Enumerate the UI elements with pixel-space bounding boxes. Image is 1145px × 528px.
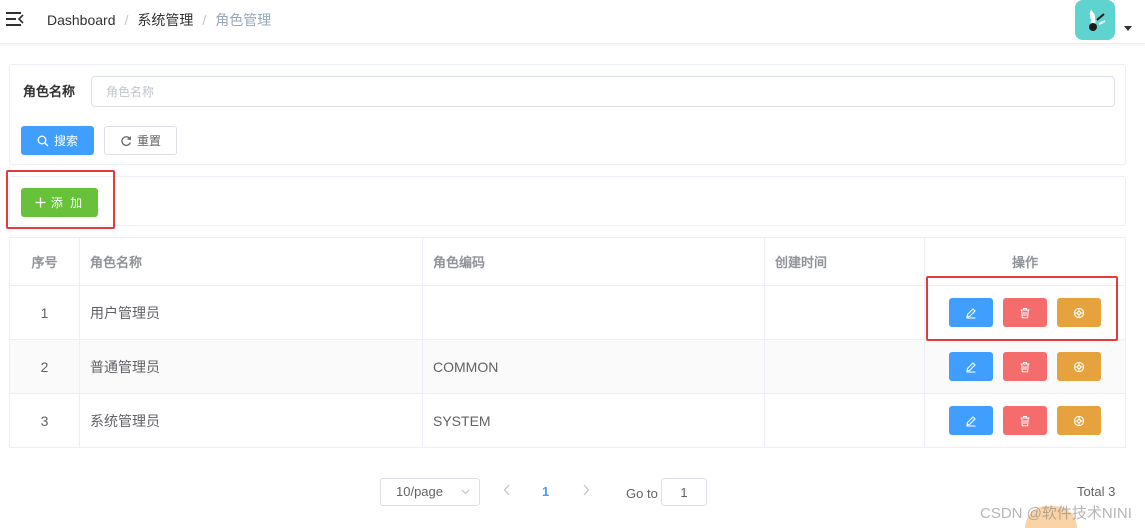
add-button-label: 添 加 xyxy=(50,196,85,210)
cell-index: 3 xyxy=(9,393,80,448)
delete-icon xyxy=(1020,415,1030,426)
cell-name: 用户管理员 xyxy=(79,285,423,340)
delete-button[interactable] xyxy=(1003,298,1047,327)
permission-button[interactable] xyxy=(1057,298,1101,327)
avatar-image xyxy=(1075,0,1115,40)
goto-page-input[interactable] xyxy=(661,478,707,506)
column-header-created: 创建时间 xyxy=(764,237,925,286)
page-size-select[interactable]: 10/page xyxy=(380,478,480,506)
breadcrumb-separator: / xyxy=(202,12,207,29)
settings-icon xyxy=(1073,361,1085,372)
cell-code xyxy=(422,285,765,340)
chevron-left-icon[interactable] xyxy=(503,484,511,496)
delete-button[interactable] xyxy=(1003,406,1047,435)
cell-index: 1 xyxy=(9,285,80,340)
column-header-index: 序号 xyxy=(9,237,80,286)
chevron-down-icon[interactable] xyxy=(1124,26,1132,31)
pagination-total: Total 3 xyxy=(1077,484,1116,499)
delete-icon xyxy=(1020,361,1030,372)
column-header-code: 角色编码 xyxy=(422,237,765,286)
edit-icon xyxy=(966,307,976,319)
cell-name: 普通管理员 xyxy=(79,339,423,394)
breadcrumb-separator: / xyxy=(124,12,129,29)
chevron-right-icon[interactable] xyxy=(582,484,590,496)
cell-created xyxy=(764,285,925,340)
watermark-text: CSDN @软件技术NINI xyxy=(980,505,1132,522)
breadcrumb-item-dashboard[interactable]: Dashboard xyxy=(47,12,116,28)
edit-button[interactable] xyxy=(949,352,993,381)
settings-icon xyxy=(1073,307,1085,318)
permission-button[interactable] xyxy=(1057,406,1101,435)
settings-icon xyxy=(1073,415,1085,426)
role-table: 序号 角色名称 角色编码 创建时间 操作 1 用户管理员 2 普通管理员 COM… xyxy=(9,237,1126,448)
plus-icon xyxy=(35,197,46,208)
breadcrumb: Dashboard / 系统管理 / 角色管理 xyxy=(47,11,271,28)
add-button[interactable]: 添 加 xyxy=(21,188,98,217)
column-header-actions: 操作 xyxy=(924,237,1126,286)
edit-button[interactable] xyxy=(949,298,993,327)
search-button[interactable]: 搜索 xyxy=(21,126,94,155)
page-number-current[interactable]: 1 xyxy=(542,484,549,499)
chevron-down-icon xyxy=(461,489,470,495)
toolbar-panel: 添 加 xyxy=(9,176,1126,226)
cell-actions xyxy=(924,339,1126,394)
avatar[interactable] xyxy=(1075,0,1115,40)
search-button-label: 搜索 xyxy=(53,134,78,148)
cell-actions xyxy=(924,285,1126,340)
table-row: 2 普通管理员 COMMON xyxy=(9,339,1126,394)
cell-actions xyxy=(924,393,1126,448)
delete-icon xyxy=(1020,307,1030,318)
cell-index: 2 xyxy=(9,339,80,394)
cell-created xyxy=(764,393,925,448)
breadcrumb-item-current: 角色管理 xyxy=(215,12,272,29)
breadcrumb-item-system[interactable]: 系统管理 xyxy=(137,12,193,28)
search-panel: 角色名称 搜索 重置 xyxy=(9,64,1126,165)
reset-button-label: 重置 xyxy=(136,134,161,148)
goto-label: Go to xyxy=(626,486,658,501)
table-row: 1 用户管理员 xyxy=(9,285,1126,340)
refresh-icon xyxy=(121,135,132,146)
cell-code: SYSTEM xyxy=(422,393,765,448)
edit-icon xyxy=(966,361,976,373)
role-name-label: 角色名称 xyxy=(23,84,76,99)
cell-code: COMMON xyxy=(422,339,765,394)
role-name-input[interactable] xyxy=(91,76,1115,107)
edit-icon xyxy=(966,415,976,427)
column-header-name: 角色名称 xyxy=(79,237,423,286)
edit-button[interactable] xyxy=(949,406,993,435)
reset-button[interactable]: 重置 xyxy=(104,126,177,155)
table-header-row: 序号 角色名称 角色编码 创建时间 操作 xyxy=(9,237,1126,286)
cell-created xyxy=(764,339,925,394)
navbar: Dashboard / 系统管理 / 角色管理 xyxy=(0,0,1145,44)
delete-button[interactable] xyxy=(1003,352,1047,381)
permission-button[interactable] xyxy=(1057,352,1101,381)
hamburger-icon[interactable] xyxy=(6,11,24,27)
table-row: 3 系统管理员 SYSTEM xyxy=(9,393,1126,448)
search-icon xyxy=(37,135,49,146)
cell-name: 系统管理员 xyxy=(79,393,423,448)
page-size-value: 10/page xyxy=(396,484,443,499)
